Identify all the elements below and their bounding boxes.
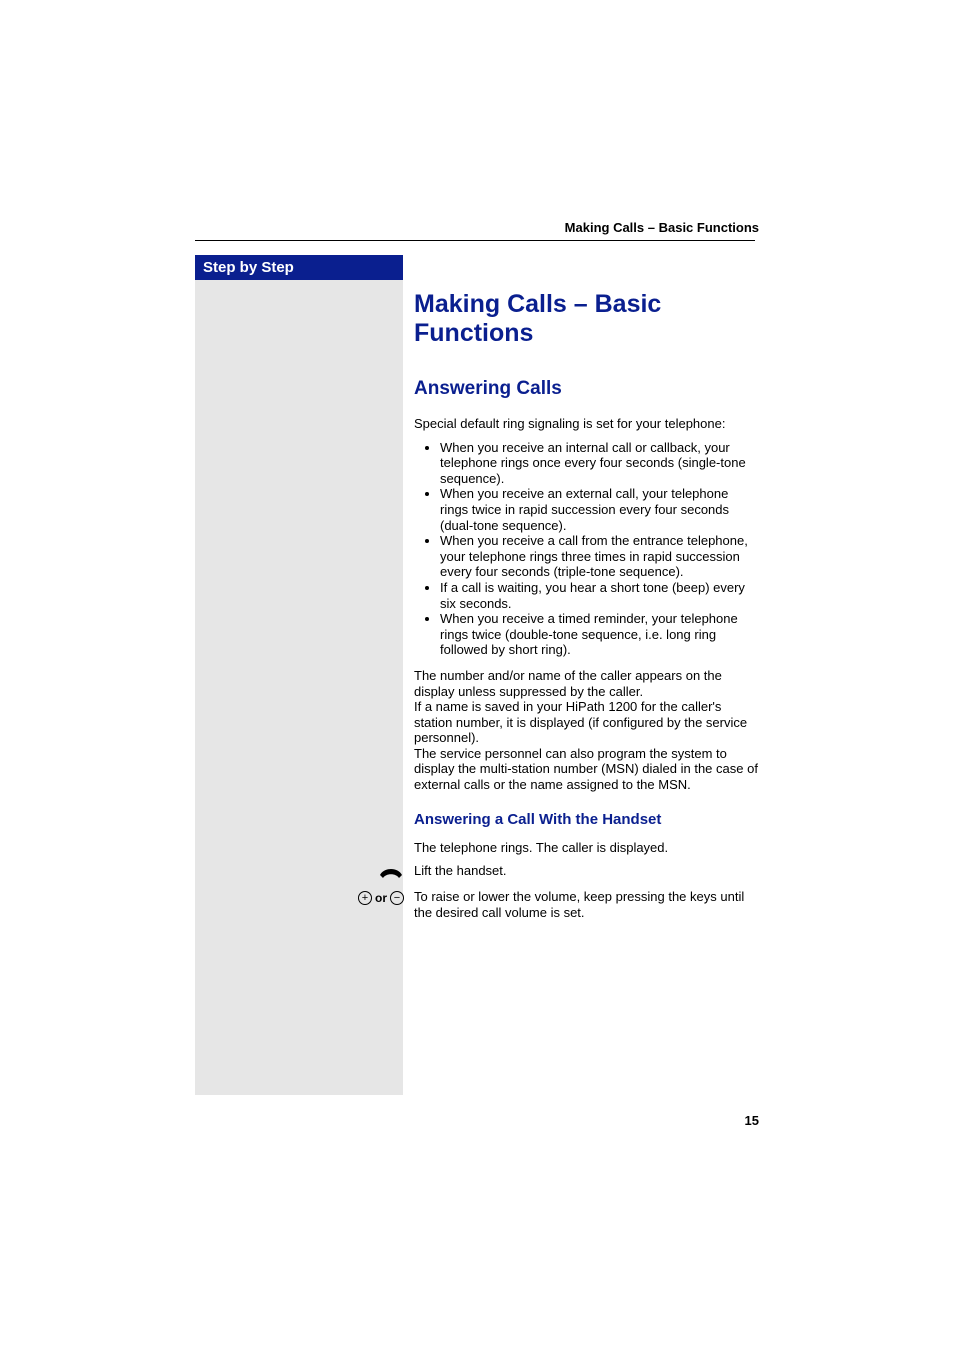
intro-paragraph: Special default ring signaling is set fo… xyxy=(414,416,758,432)
plus-minus-keys-icon: + or − xyxy=(346,889,414,905)
running-header: Making Calls – Basic Functions xyxy=(565,220,759,235)
sidebar: Step by Step xyxy=(195,255,403,1095)
page-number: 15 xyxy=(745,1113,759,1128)
bullet-list: When you receive an internal call or cal… xyxy=(414,440,758,658)
bullet-item: When you receive an internal call or cal… xyxy=(440,440,758,487)
or-label: or xyxy=(375,891,387,905)
step-text: Lift the handset. xyxy=(414,863,758,879)
bullet-item: If a call is waiting, you hear a short t… xyxy=(440,580,758,611)
post-bullets-paragraph: The number and/or name of the caller app… xyxy=(414,668,758,793)
bullet-item: When you receive an external call, your … xyxy=(440,486,758,533)
step-lift-handset: Lift the handset. xyxy=(414,863,758,879)
step-text: To raise or lower the volume, keep press… xyxy=(414,889,758,920)
content-column: Making Calls – Basic Functions Answering… xyxy=(414,290,758,930)
heading-1: Making Calls – Basic Functions xyxy=(414,290,758,348)
ring-line: The telephone rings. The caller is displ… xyxy=(414,840,758,856)
sidebar-title: Step by Step xyxy=(195,255,403,280)
heading-3: Answering a Call With the Handset xyxy=(414,811,758,828)
bullet-item: When you receive a timed reminder, your … xyxy=(440,611,758,658)
page: Making Calls – Basic Functions Step by S… xyxy=(0,0,954,1350)
minus-key-icon: − xyxy=(390,891,404,905)
plus-key-icon: + xyxy=(358,891,372,905)
step-volume: + or − To raise or lower the volume, kee… xyxy=(414,889,758,920)
heading-2: Answering Calls xyxy=(414,378,758,400)
handset-icon xyxy=(346,863,414,879)
header-rule xyxy=(195,240,755,241)
bullet-item: When you receive a call from the entranc… xyxy=(440,533,758,580)
